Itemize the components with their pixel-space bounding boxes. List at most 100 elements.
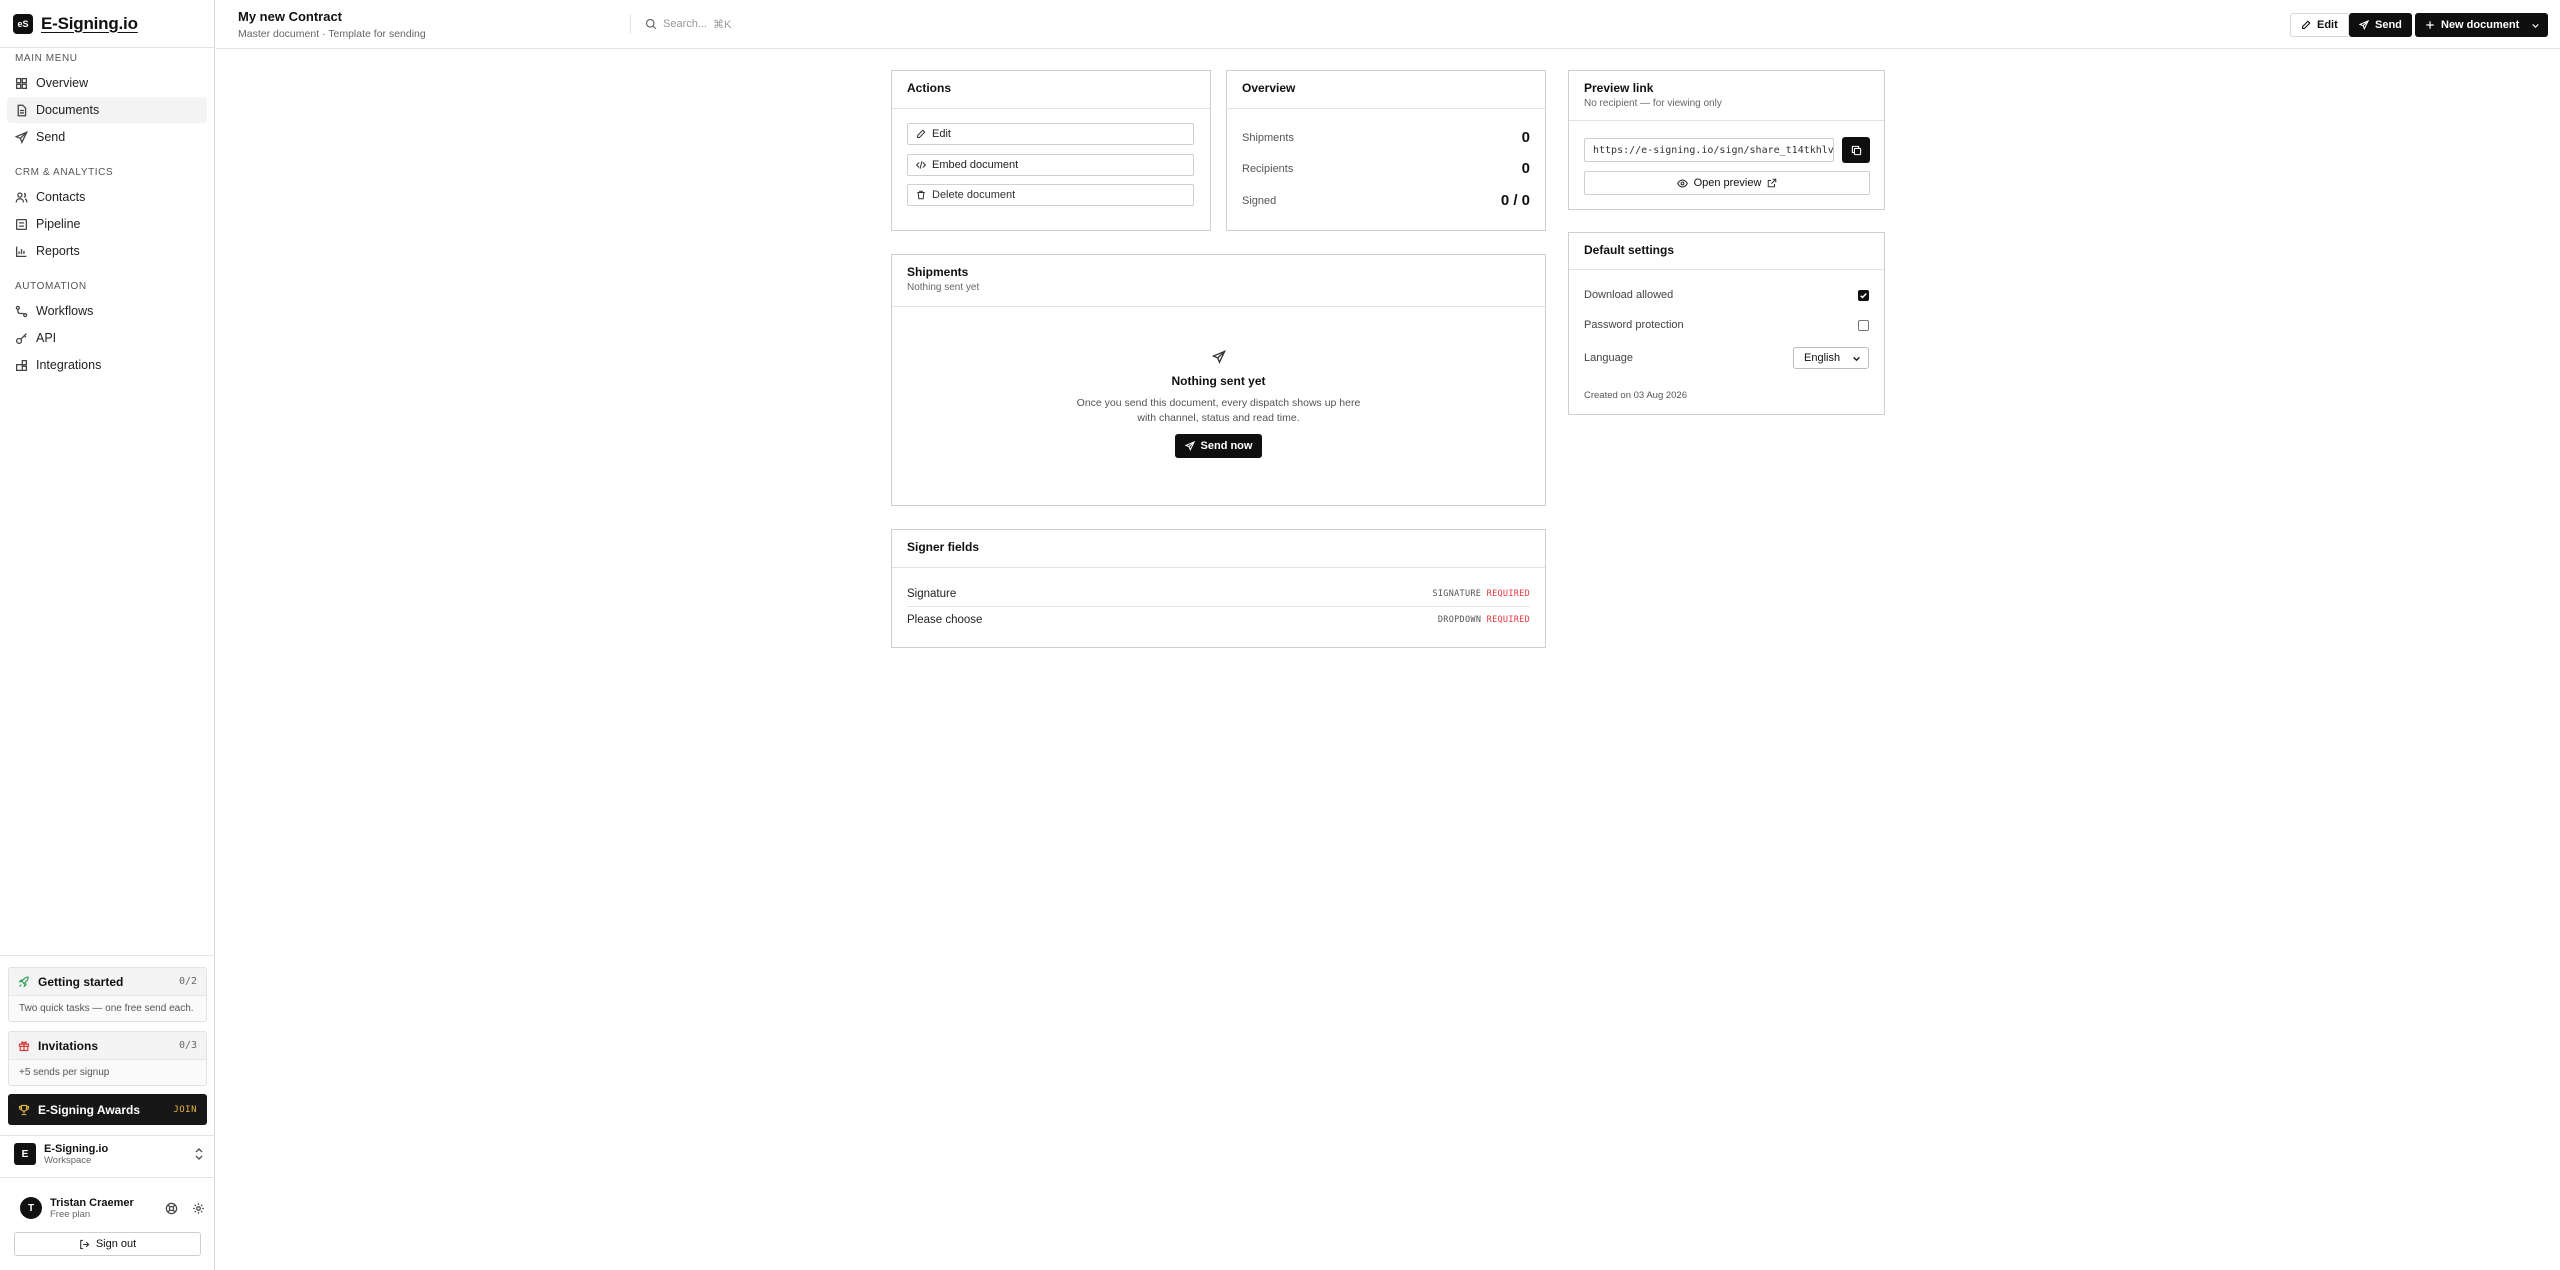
send-button[interactable]: Send — [2349, 13, 2412, 37]
signer-field-required: REQUIRED — [1486, 615, 1530, 625]
external-link-icon — [1768, 178, 1777, 188]
search-icon — [645, 18, 657, 30]
workspace-sub: Workspace — [44, 1154, 92, 1166]
language-select[interactable]: English — [1793, 347, 1869, 369]
logo[interactable]: eS E-Signing.io — [0, 0, 214, 48]
bar-chart-icon — [15, 246, 27, 257]
delete-document-label: Delete document — [932, 189, 1016, 201]
page-title: My new Contract — [238, 9, 343, 24]
nav-section-automation: AUTOMATION — [15, 281, 87, 292]
sign-out-label: Sign out — [95, 1238, 137, 1250]
password-protection-row: Password protection — [1584, 318, 1869, 332]
download-allowed-checkbox[interactable] — [1858, 289, 1869, 301]
awards-join[interactable]: JOIN — [173, 1105, 197, 1115]
sidebar-item-contacts[interactable]: Contacts — [7, 184, 207, 210]
shipments-card: Shipments Nothing sent yet Nothing sent … — [891, 254, 1546, 506]
getting-started-title: Getting started — [38, 974, 124, 989]
language-label: Language — [1584, 352, 1633, 364]
nav-section-main: MAIN MENU — [15, 53, 78, 64]
sidebar: eS E-Signing.io MAIN MENU Overview Docum… — [0, 0, 215, 1270]
search-input[interactable]: Search... ⌘K — [630, 14, 731, 34]
edit-document-button[interactable]: Edit — [907, 123, 1194, 145]
pencil-icon — [917, 129, 926, 138]
grid-icon — [15, 77, 28, 89]
user-profile: T Tristan Craemer Free plan — [20, 1196, 205, 1220]
invitations-desc: +5 sends per signup — [19, 1067, 110, 1078]
workspace-name: E-Signing.io — [44, 1142, 109, 1155]
sidebar-item-label: Integrations — [36, 358, 102, 372]
password-protection-label: Password protection — [1584, 319, 1684, 331]
edit-button[interactable]: Edit — [2290, 13, 2349, 37]
sidebar-item-api[interactable]: API — [7, 325, 207, 351]
sidebar-item-send[interactable]: Send — [7, 124, 207, 150]
awards-title: E-Signing Awards — [38, 1102, 141, 1117]
trash-icon — [917, 190, 925, 200]
signer-field-row[interactable]: Signature SIGNATURE REQUIRED — [907, 581, 1530, 607]
user-name: Tristan Craemer — [50, 1196, 134, 1209]
send-icon — [1211, 350, 1226, 364]
embed-document-label: Embed document — [932, 159, 1019, 171]
document-icon — [17, 104, 27, 116]
send-now-label: Send now — [1200, 440, 1253, 452]
workspace-avatar: E — [14, 1143, 36, 1165]
password-protection-checkbox[interactable] — [1858, 319, 1869, 331]
workflow-icon — [15, 305, 28, 317]
sidebar-item-label: Pipeline — [36, 217, 81, 231]
signer-field-name: Please choose — [907, 614, 983, 626]
embed-document-button[interactable]: Embed document — [907, 154, 1194, 176]
empty-state-title: Nothing sent yet — [1171, 374, 1266, 388]
send-icon — [1184, 441, 1195, 451]
signer-field-row[interactable]: Please choose DROPDOWN REQUIRED — [907, 607, 1530, 633]
rocket-icon — [18, 976, 29, 988]
actions-card: Actions Edit Embed document Delete docum… — [891, 70, 1211, 231]
preview-url-field[interactable]: https://e-signing.io/sign/share_t14tkhlv… — [1584, 138, 1834, 162]
getting-started-card[interactable]: Getting started 0/2 Two quick tasks — on… — [8, 967, 207, 1022]
logo-mark: eS — [13, 13, 33, 34]
signer-fields-card: Signer fields Signature SIGNATURE REQUIR… — [891, 529, 1546, 648]
preview-subtitle: No recipient — for viewing only — [1584, 98, 1722, 109]
new-document-button[interactable]: New document — [2415, 13, 2549, 37]
sidebar-item-workflows[interactable]: Workflows — [7, 298, 207, 324]
sidebar-item-integrations[interactable]: Integrations — [7, 352, 207, 378]
sign-out-button[interactable]: Sign out — [14, 1232, 201, 1256]
signer-field-type: DROPDOWN — [1437, 615, 1482, 625]
settings-title: Default settings — [1584, 243, 1675, 257]
gear-icon[interactable] — [192, 1202, 205, 1215]
signer-field-meta: SIGNATURE REQUIRED — [1432, 589, 1530, 599]
sidebar-item-label: Reports — [36, 244, 80, 258]
sidebar-item-overview[interactable]: Overview — [7, 70, 207, 96]
shipments-subtitle: Nothing sent yet — [907, 282, 980, 293]
copy-link-button[interactable] — [1842, 137, 1870, 163]
overview-label: Recipients — [1242, 162, 1294, 175]
send-button-label: Send — [2375, 19, 2402, 31]
new-document-label: New document — [2441, 19, 2520, 31]
edit-document-label: Edit — [932, 128, 951, 140]
overview-title: Overview — [1242, 81, 1296, 95]
awards-banner[interactable]: E-Signing Awards JOIN — [8, 1094, 207, 1125]
send-icon — [15, 130, 28, 144]
sidebar-item-pipeline[interactable]: Pipeline — [7, 211, 207, 237]
sidebar-item-documents[interactable]: Documents — [7, 97, 207, 123]
delete-document-button[interactable]: Delete document — [907, 184, 1194, 206]
eye-icon — [1676, 179, 1688, 187]
getting-started-desc: Two quick tasks — one free send each. — [19, 1003, 194, 1014]
overview-value: 0 — [1521, 160, 1530, 177]
list-icon — [15, 218, 28, 230]
sidebar-item-reports[interactable]: Reports — [7, 238, 207, 264]
signer-field-type: SIGNATURE — [1432, 588, 1482, 599]
open-preview-button[interactable]: Open preview — [1584, 171, 1870, 195]
log-out-icon — [79, 1239, 90, 1249]
download-allowed-label: Download allowed — [1584, 289, 1674, 301]
download-allowed-row: Download allowed — [1584, 288, 1869, 302]
avatar[interactable]: T — [20, 1197, 42, 1219]
invitations-card[interactable]: Invitations 0/3 +5 sends per signup — [8, 1031, 207, 1086]
workspace-switcher[interactable]: E E-Signing.io Workspace — [14, 1142, 204, 1166]
search-shortcut: ⌘K — [713, 18, 732, 31]
signer-fields-title: Signer fields — [907, 540, 980, 554]
send-now-button[interactable]: Send now — [1174, 434, 1263, 458]
help-icon[interactable] — [165, 1202, 178, 1215]
overview-card: Overview Shipments 0 Recipients 0 Signed… — [1226, 70, 1546, 231]
chevron-down-icon — [1853, 356, 1860, 361]
preview-title: Preview link — [1584, 81, 1654, 95]
default-settings-card: Default settings Download allowed Passwo… — [1568, 232, 1885, 415]
